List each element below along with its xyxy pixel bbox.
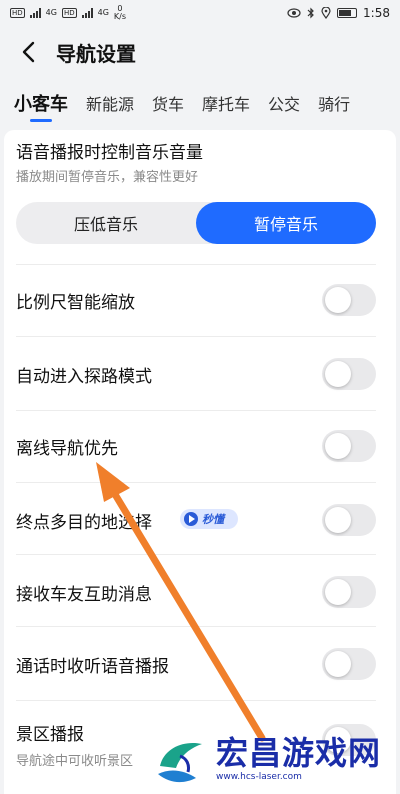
tab-car[interactable]: 小客车 [14, 84, 68, 126]
rider-messages-toggle[interactable] [322, 576, 376, 608]
vehicle-tabs: 小客车 新能源 货车 摩托车 公交 骑行 [0, 84, 400, 126]
divider [16, 336, 376, 337]
call-voice-toggle[interactable] [322, 648, 376, 680]
toggle-knob [325, 651, 351, 677]
watermark-url: www.hcs-laser.com [216, 772, 302, 782]
status-left: HD 4G HD 4G 0 K/s [10, 5, 126, 21]
play-icon [184, 512, 198, 526]
toggle-knob [325, 507, 351, 533]
divider [16, 482, 376, 483]
tab-bus[interactable]: 公交 [268, 84, 300, 126]
toggle-knob [325, 433, 351, 459]
tab-cycling[interactable]: 骑行 [318, 84, 350, 126]
watermark: 宏昌游戏网 www.hcs-laser.com [150, 724, 400, 794]
scenic-broadcast-subtitle: 导航途中可收听景区 [16, 754, 134, 769]
page-title: 导航设置 [56, 41, 136, 66]
status-right: 1:58 [287, 6, 390, 20]
location-icon [321, 7, 331, 19]
scale-zoom-toggle[interactable] [322, 284, 376, 316]
offline-nav-toggle[interactable] [322, 430, 376, 462]
watermark-text: 宏昌游戏网 www.hcs-laser.com [216, 735, 381, 783]
setting-label-scenic-broadcast: 景区播报 [16, 725, 84, 745]
signal-icon-1 [29, 8, 41, 18]
watermark-brand: 宏昌游戏网 [216, 734, 382, 772]
divider [16, 626, 376, 627]
sim2-network-label: 4G [97, 8, 109, 17]
explain-video-badge[interactable]: 秒懂 [180, 509, 238, 529]
toggle-knob [325, 361, 351, 387]
setting-label-scale-zoom: 比例尺智能缩放 [16, 293, 135, 313]
settings-panel: 语音播报时控制音乐音量 播放期间暂停音乐，兼容性更好 压低音乐 暂停音乐 比例尺… [4, 130, 396, 794]
setting-label-offline-nav: 离线导航优先 [16, 439, 118, 459]
setting-label-call-voice: 通话时收听语音播报 [16, 657, 169, 677]
toggle-knob [325, 287, 351, 313]
hd-badge-1: HD [10, 8, 25, 18]
tab-new-energy[interactable]: 新能源 [86, 84, 134, 126]
eye-icon [287, 8, 301, 18]
multi-destination-toggle[interactable] [322, 504, 376, 536]
toggle-knob [325, 579, 351, 605]
audio-control-subtitle: 播放期间暂停音乐，兼容性更好 [16, 170, 199, 185]
lower-music-button[interactable]: 压低音乐 [16, 202, 196, 244]
app-header: 导航设置 [0, 28, 400, 76]
status-bar: HD 4G HD 4G 0 K/s 1:58 [0, 0, 400, 26]
signal-icon-2 [81, 8, 93, 18]
net-speed-unit: K/s [113, 12, 127, 21]
chevron-left-icon [22, 41, 35, 63]
audio-control-title: 语音播报时控制音乐音量 [16, 143, 203, 163]
bluetooth-icon [307, 7, 314, 19]
net-speed: 0 K/s [114, 5, 126, 21]
divider [16, 410, 376, 411]
back-button[interactable] [6, 30, 50, 74]
hd-badge-2: HD [61, 8, 77, 18]
divider [16, 264, 376, 265]
divider [16, 700, 376, 701]
setting-label-rider-messages: 接收车友互助消息 [16, 585, 152, 605]
status-time: 1:58 [363, 6, 390, 20]
setting-label-multi-destination: 终点多目的地选择 [16, 513, 152, 533]
battery-icon [337, 8, 358, 18]
watermark-logo-icon [158, 742, 202, 783]
badge-label: 秒懂 [202, 513, 224, 526]
audio-mode-segmented-control: 压低音乐 暂停音乐 [16, 202, 376, 244]
tab-motorcycle[interactable]: 摩托车 [202, 84, 250, 126]
pause-music-button[interactable]: 暂停音乐 [196, 202, 376, 244]
setting-label-explore-mode: 自动进入探路模式 [16, 367, 152, 387]
divider [16, 554, 376, 555]
explore-mode-toggle[interactable] [322, 358, 376, 390]
tab-truck[interactable]: 货车 [152, 84, 184, 126]
sim1-network-label: 4G [45, 8, 57, 17]
